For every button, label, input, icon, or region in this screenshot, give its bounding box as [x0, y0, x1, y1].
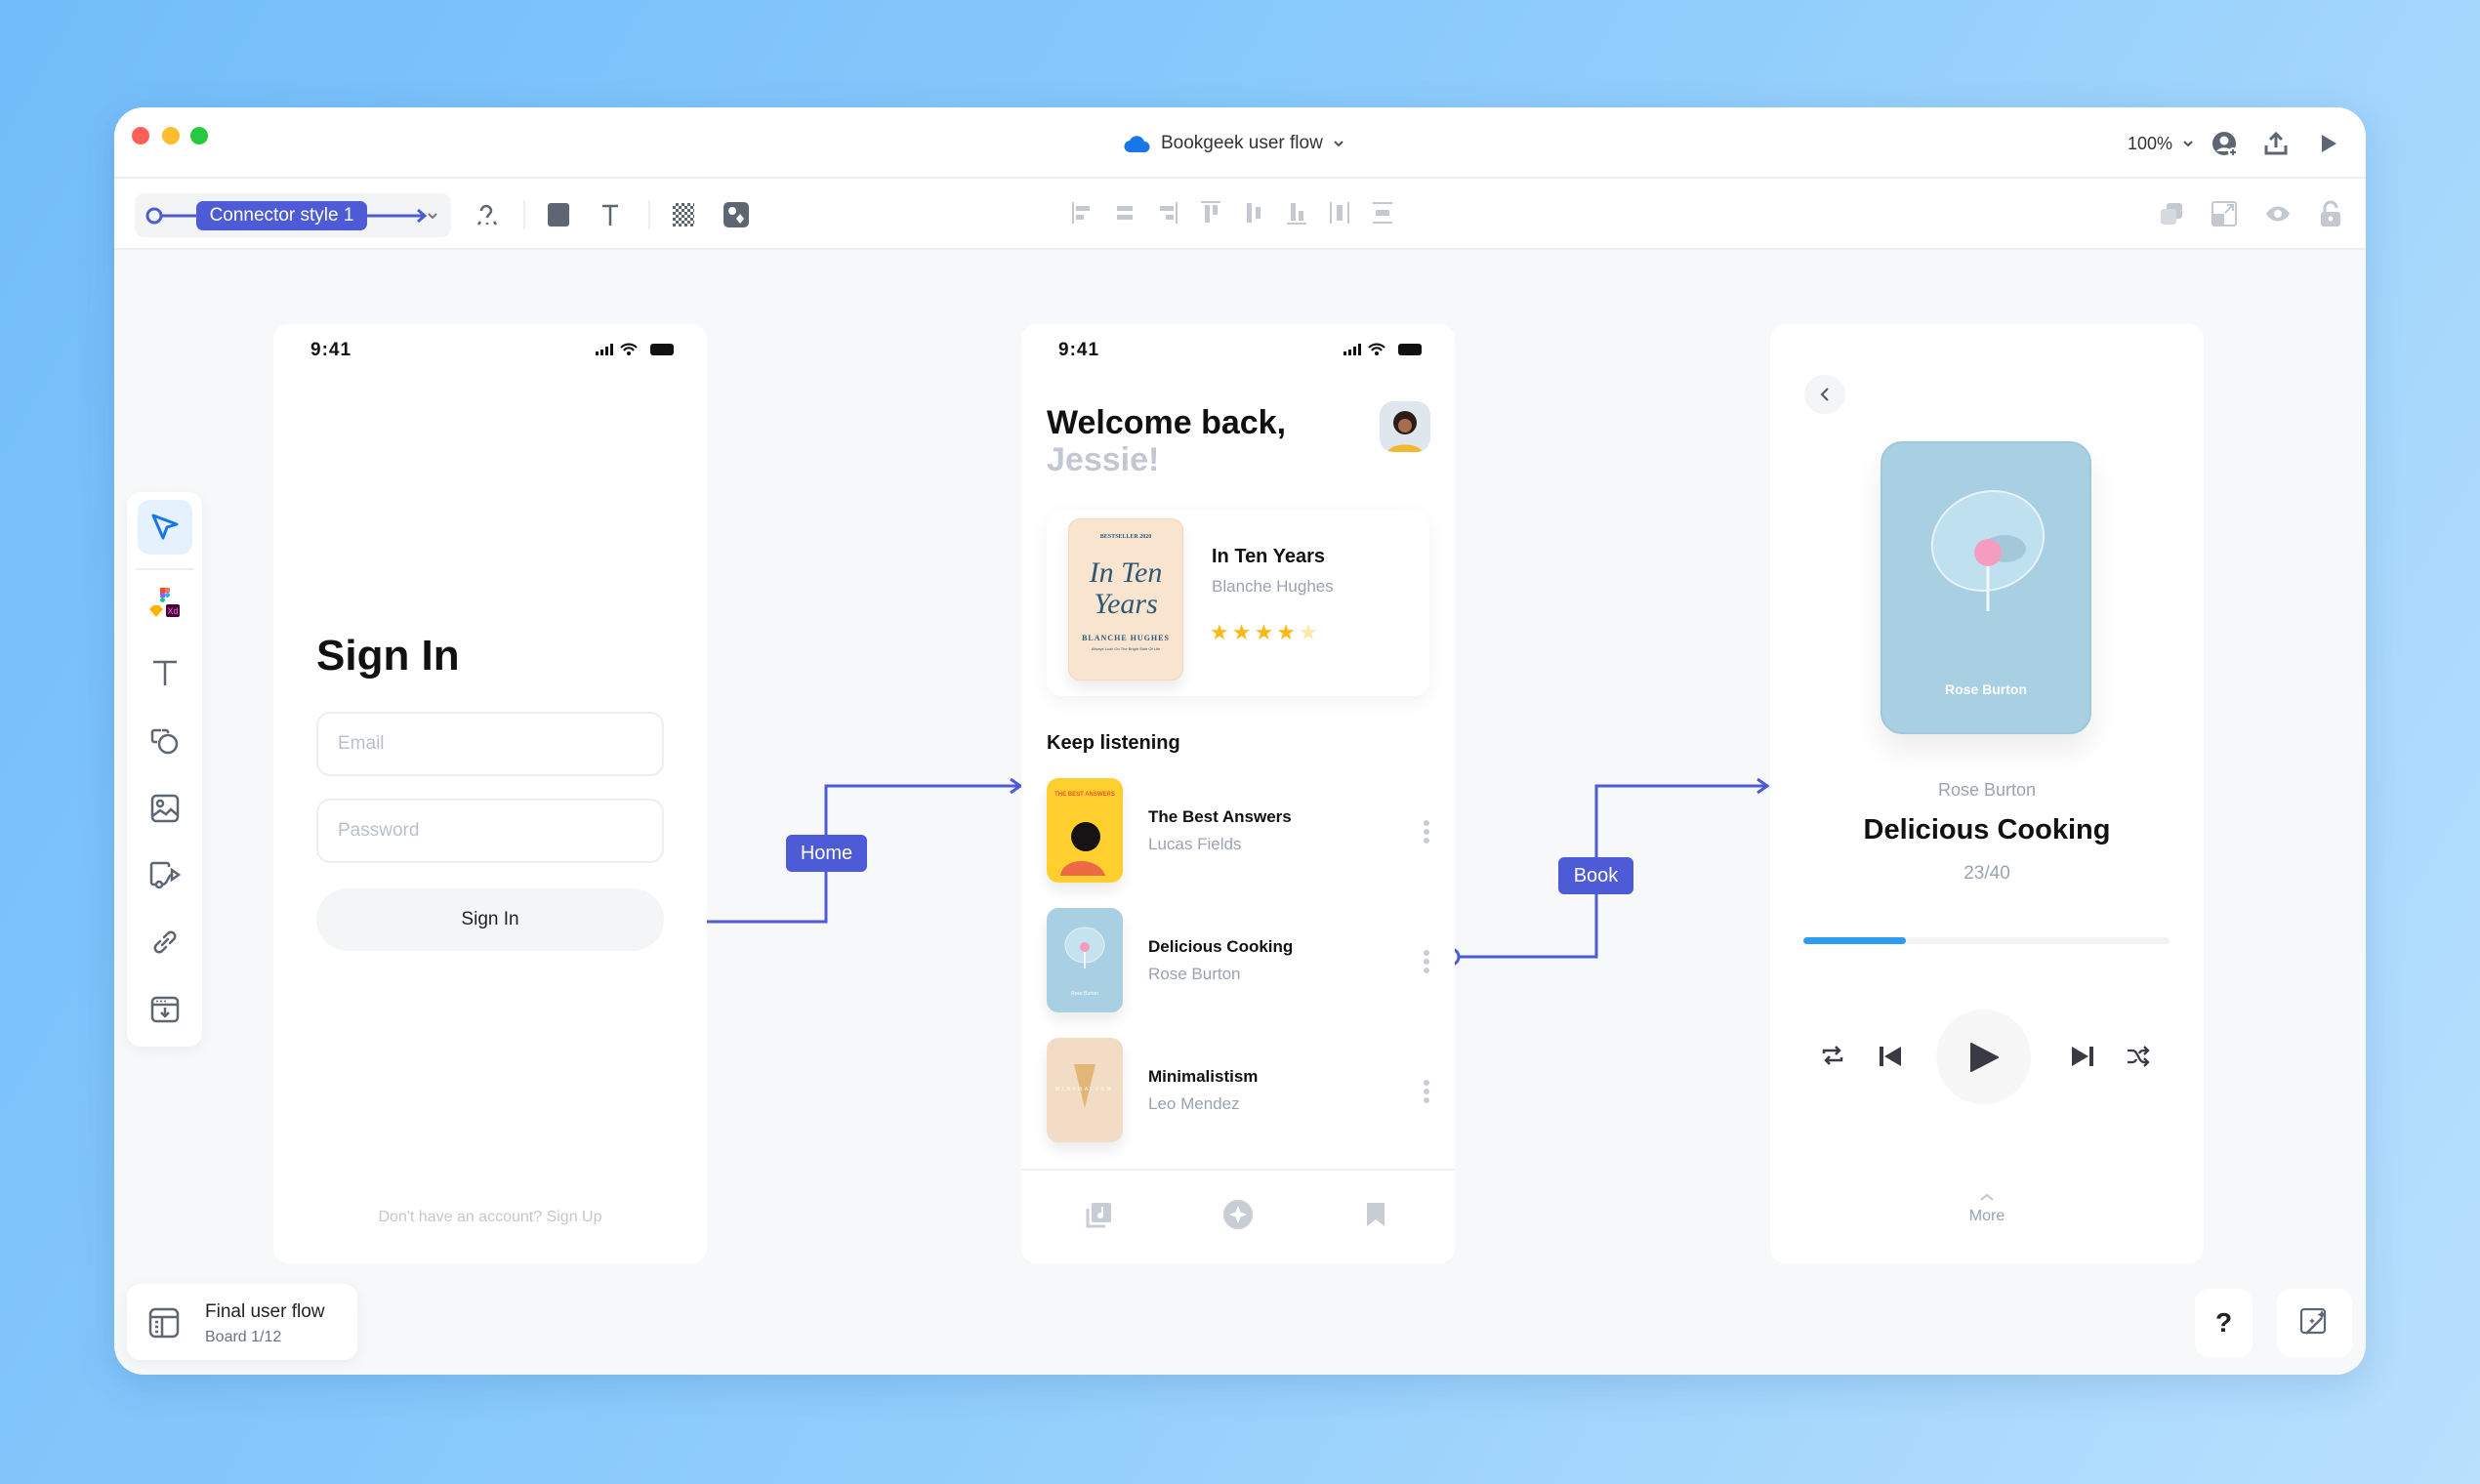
- item-title: Delicious Cooking: [1148, 937, 1294, 956]
- status-time: 9:41: [310, 340, 352, 360]
- cover-text: MINIMALISM: [1055, 1087, 1114, 1092]
- bookmark-tab-icon[interactable]: [1365, 1201, 1386, 1228]
- play-button[interactable]: [1936, 1010, 2031, 1104]
- progress-bar[interactable]: [1803, 937, 2170, 944]
- status-icons: [596, 343, 674, 355]
- track-title: Delicious Cooking: [1863, 814, 2111, 845]
- greeting: Welcome back, Jessie!: [1047, 404, 1286, 478]
- item-title: The Best Answers: [1148, 807, 1292, 826]
- star-filled-icon: ★: [1231, 620, 1255, 644]
- track-author: Rose Burton: [1937, 780, 2037, 800]
- player-screen: Rose Burton Rose Burton Delicious Cookin…: [1770, 324, 2204, 1263]
- sign-up-link[interactable]: Don't have an account? Sign Up: [273, 1209, 707, 1226]
- app-window: Bookgeek user flow 100% Connector style …: [114, 107, 2366, 1375]
- email-placeholder: Email: [338, 733, 385, 754]
- back-button[interactable]: [1804, 375, 1845, 414]
- play-icon: [1969, 1042, 1999, 1072]
- password-placeholder: Password: [338, 820, 420, 841]
- book-title: In Ten Years: [1212, 546, 1325, 567]
- board-selector[interactable]: Final user flow Board 1/12: [127, 1284, 357, 1360]
- item-title: Minimalistism: [1148, 1067, 1259, 1086]
- repeat-icon[interactable]: [1821, 1045, 1844, 1066]
- more-button[interactable]: More: [1770, 1208, 2204, 1225]
- avatar[interactable]: [1380, 401, 1430, 452]
- board-icon: [148, 1307, 180, 1339]
- page-title: Sign In: [316, 632, 460, 680]
- status-time: 9:41: [1058, 340, 1100, 360]
- cover-author: Rose Burton: [1945, 681, 2027, 697]
- list-item[interactable]: MINIMALISM Minimalistism Leo Mendez: [1047, 1038, 1429, 1142]
- cover-title: In Ten Years: [1089, 556, 1163, 620]
- help-button[interactable]: ?: [2195, 1289, 2253, 1357]
- cover-text: BESTSELLER 2020: [1099, 534, 1152, 540]
- book-cover: MINIMALISM: [1047, 1038, 1123, 1142]
- skip-previous-icon[interactable]: [1879, 1045, 1902, 1068]
- section-heading: Keep listening: [1047, 732, 1180, 754]
- cover-text: Rose Burton: [1071, 991, 1098, 997]
- password-field[interactable]: Password: [316, 799, 664, 863]
- connector-label-book[interactable]: Book: [1558, 857, 1633, 894]
- more-options-icon[interactable]: [1424, 1077, 1429, 1106]
- chevron-left-icon: [1820, 388, 1829, 401]
- home-screen: 9:41 Welcome back, Jessie! BESTSELLER 202…: [1021, 324, 1455, 1263]
- star-filled-icon: ★: [1254, 620, 1277, 644]
- chapter-count: 23/40: [1963, 863, 2010, 884]
- greeting-text: Welcome back,: [1047, 404, 1287, 441]
- status-icons: [1343, 343, 1422, 355]
- sign-in-screen: 9:41 Sign In Email Password Sign In Don'…: [273, 324, 707, 1263]
- connector-label-home[interactable]: Home: [786, 835, 867, 872]
- board-name: Final user flow: [205, 1301, 325, 1322]
- email-field[interactable]: Email: [316, 712, 664, 776]
- cover-author: BLANCHE HUGHES: [1082, 634, 1170, 642]
- book-cover: Rose Burton: [1047, 908, 1123, 1012]
- cover-tagline: Always Look On The Bright Side Of Life: [1091, 646, 1161, 651]
- more-options-icon[interactable]: [1424, 947, 1429, 976]
- book-author: Blanche Hughes: [1212, 577, 1334, 596]
- board-count: Board 1/12: [205, 1329, 282, 1345]
- rating-stars: ★★★★★: [1210, 620, 1321, 645]
- shuffle-icon[interactable]: [2127, 1046, 2150, 1067]
- book-cover: THE BEST ANSWERS: [1047, 778, 1123, 883]
- more-options-icon[interactable]: [1424, 817, 1429, 846]
- sign-in-button[interactable]: Sign In: [316, 888, 664, 951]
- star-filled-icon: ★: [1210, 620, 1232, 644]
- item-author: Rose Burton: [1148, 965, 1241, 983]
- item-author: Lucas Fields: [1148, 835, 1242, 853]
- chevron-up-icon[interactable]: [1979, 1193, 1995, 1201]
- magic-tool-button[interactable]: [2277, 1289, 2352, 1357]
- book-cover: BESTSELLER 2020 In Ten Years BLANCHE HUG…: [1068, 518, 1183, 680]
- progress-fill: [1803, 937, 1906, 944]
- library-tab-icon[interactable]: [1086, 1201, 1113, 1228]
- list-item[interactable]: Rose Burton Delicious Cooking Rose Burto…: [1047, 908, 1429, 1012]
- item-author: Leo Mendez: [1148, 1094, 1240, 1113]
- skip-next-icon[interactable]: [2071, 1045, 2094, 1068]
- star-filled-icon: ★: [1276, 620, 1299, 644]
- discover-tab-icon[interactable]: [1223, 1200, 1253, 1229]
- user-name: Jessie!: [1047, 441, 1160, 478]
- album-cover: Rose Burton: [1881, 441, 2091, 734]
- star-empty-icon: ★: [1298, 620, 1321, 644]
- featured-book-card[interactable]: BESTSELLER 2020 In Ten Years BLANCHE HUG…: [1047, 510, 1429, 696]
- list-item[interactable]: THE BEST ANSWERS The Best Answers Lucas …: [1047, 778, 1429, 883]
- divider: [1021, 1169, 1455, 1171]
- magic-wand-icon: [2299, 1307, 2326, 1335]
